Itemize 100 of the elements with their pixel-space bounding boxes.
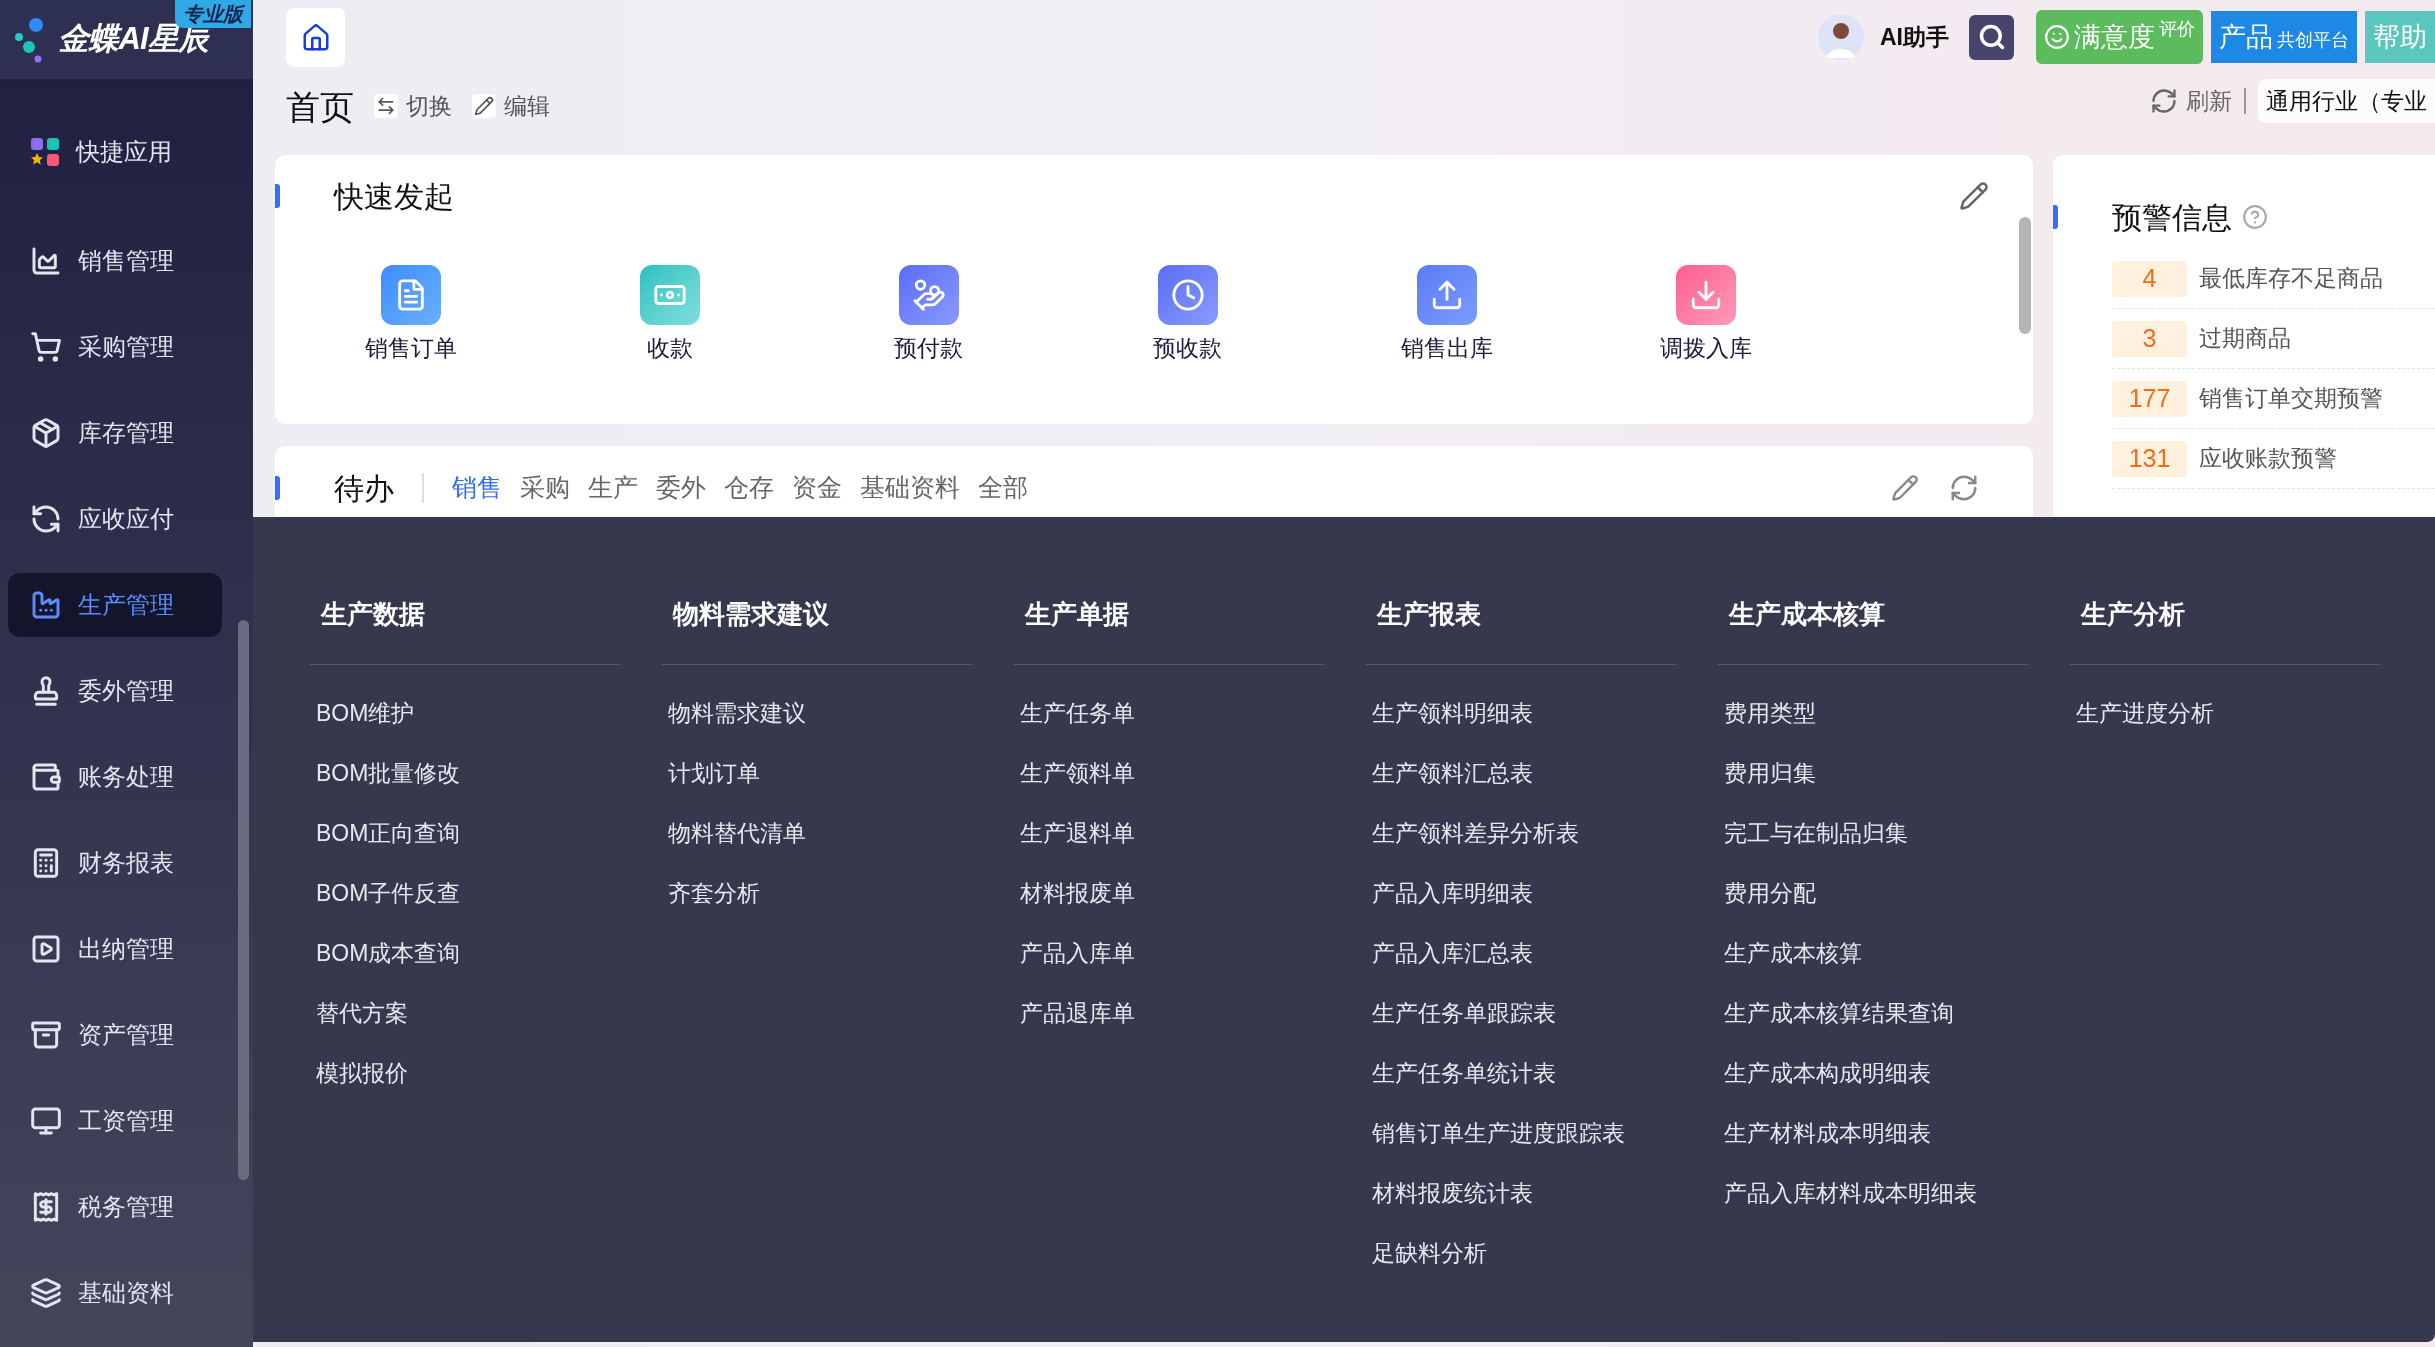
todo-tab[interactable]: 仓存 xyxy=(724,469,774,507)
sidebar-item[interactable]: 工资管理 xyxy=(8,1089,222,1153)
menu-item[interactable]: 生产进度分析 xyxy=(2070,683,2422,743)
todo-tab[interactable]: 生产 xyxy=(588,469,638,507)
todo-tab[interactable]: 采购 xyxy=(520,469,570,507)
menu-item[interactable]: BOM子件反查 xyxy=(310,863,662,923)
menu-item[interactable]: 生产任务单跟踪表 xyxy=(1366,983,1718,1043)
alert-label[interactable]: 销售订单交期预警 xyxy=(2199,381,2383,416)
menu-item[interactable]: 足缺料分析 xyxy=(1366,1223,1718,1283)
search-button[interactable] xyxy=(1969,14,2014,60)
menu-item[interactable]: BOM维护 xyxy=(310,683,662,743)
page-action[interactable]: 切换 xyxy=(374,89,452,124)
alert-label[interactable]: 最低库存不足商品 xyxy=(2199,261,2383,296)
menu-item[interactable]: 材料报废统计表 xyxy=(1366,1163,1718,1223)
sidebar-item[interactable]: 账务处理 xyxy=(8,745,222,809)
menu-item[interactable]: 生产领料差异分析表 xyxy=(1366,803,1718,863)
menu-item[interactable]: 齐套分析 xyxy=(662,863,1014,923)
sidebar-item[interactable]: 快捷应用 xyxy=(8,120,222,184)
todo-tab[interactable]: 资金 xyxy=(792,469,842,507)
menu-item[interactable]: 物料替代清单 xyxy=(662,803,1014,863)
menu-item[interactable]: 产品入库明细表 xyxy=(1366,863,1718,923)
refresh-icon[interactable] xyxy=(1949,473,1979,503)
refresh-button[interactable]: 刷新 xyxy=(2150,83,2232,119)
menu-item[interactable]: 生产成本构成明细表 xyxy=(1718,1043,2070,1103)
quick-start-label[interactable]: 预付款 xyxy=(894,331,963,366)
menu-item[interactable]: 费用分配 xyxy=(1718,863,2070,923)
menu-item[interactable]: 物料需求建议 xyxy=(662,683,1014,743)
quick-start-icon[interactable] xyxy=(639,265,700,325)
todo-tab[interactable]: 销售 xyxy=(452,469,502,507)
search-icon xyxy=(1977,23,2006,51)
sidebar-item[interactable]: 应收应付 xyxy=(8,487,222,551)
quick-start-label[interactable]: 销售出库 xyxy=(1400,331,1493,366)
menu-item[interactable]: BOM成本查询 xyxy=(310,923,662,983)
sidebar-item[interactable]: 采购管理 xyxy=(8,315,222,379)
quick-start-icon[interactable] xyxy=(1157,265,1218,325)
menu-item[interactable]: 生产退料单 xyxy=(1014,803,1366,863)
menu-item[interactable]: 产品入库单 xyxy=(1014,923,1366,983)
assistant-label[interactable]: AI助手 xyxy=(1880,19,1949,55)
header-button[interactable]: 产品 共创平台 xyxy=(2211,11,2357,63)
menu-item[interactable]: 生产领料明细表 xyxy=(1366,683,1718,743)
menu-item[interactable]: 费用归集 xyxy=(1718,743,2070,803)
quick-start-label[interactable]: 调拨入库 xyxy=(1659,331,1752,366)
menu-item[interactable]: BOM批量修改 xyxy=(310,743,662,803)
todo-tab[interactable]: 全部 xyxy=(978,469,1028,507)
alert-count: 4 xyxy=(2112,260,2187,297)
sidebar-item[interactable]: 税务管理 xyxy=(8,1175,222,1239)
smile-icon xyxy=(2044,24,2070,50)
sidebar-item[interactable]: 资产管理 xyxy=(8,1003,222,1067)
menu-item[interactable]: 产品入库汇总表 xyxy=(1366,923,1718,983)
menu-item[interactable]: 费用类型 xyxy=(1718,683,2070,743)
quick-start-label[interactable]: 销售订单 xyxy=(364,331,457,366)
refresh-icon xyxy=(2150,87,2178,115)
sidebar-item[interactable]: 基础资料 xyxy=(8,1261,222,1325)
sidebar-item[interactable]: 生产管理 xyxy=(8,573,222,637)
sidebar-item[interactable]: 委外管理 xyxy=(8,659,222,723)
menu-item[interactable]: 完工与在制品归集 xyxy=(1718,803,2070,863)
menu-item[interactable]: BOM正向查询 xyxy=(310,803,662,863)
sidebar-item[interactable]: 库存管理 xyxy=(8,401,222,465)
scrollbar[interactable] xyxy=(2019,217,2031,334)
menu-item[interactable]: 生产任务单 xyxy=(1014,683,1366,743)
quick-start-label[interactable]: 预收款 xyxy=(1153,331,1222,366)
menu-item[interactable]: 销售订单生产进度跟踪表 xyxy=(1366,1103,1718,1163)
alert-label[interactable]: 过期商品 xyxy=(2199,321,2291,356)
quick-start-icon[interactable] xyxy=(898,265,959,325)
avatar[interactable] xyxy=(1818,14,1864,60)
apps-icon xyxy=(30,137,60,167)
menu-item[interactable]: 生产成本核算结果查询 xyxy=(1718,983,2070,1043)
menu-item[interactable]: 替代方案 xyxy=(310,983,662,1043)
sidebar-item[interactable]: 出纳管理 xyxy=(8,917,222,981)
menu-item[interactable]: 产品退库单 xyxy=(1014,983,1366,1043)
sidebar-item[interactable]: 财务报表 xyxy=(8,831,222,895)
sidebar-item[interactable]: 销售管理 xyxy=(8,229,222,293)
menu-item[interactable]: 计划订单 xyxy=(662,743,1014,803)
menu-item[interactable]: 生产领料单 xyxy=(1014,743,1366,803)
menu-item[interactable]: 材料报废单 xyxy=(1014,863,1366,923)
todo-tab[interactable]: 委外 xyxy=(656,469,706,507)
menu-item[interactable]: 产品入库材料成本明细表 xyxy=(1718,1163,2070,1223)
alert-count: 177 xyxy=(2112,380,2187,417)
menu-item[interactable]: 模拟报价 xyxy=(310,1043,662,1103)
edit-icon[interactable] xyxy=(1959,181,1989,211)
menu-heading: 生产分析 xyxy=(2081,599,2185,629)
home-button[interactable] xyxy=(286,8,345,67)
quick-start-icon[interactable] xyxy=(1416,265,1477,325)
page-action[interactable]: 编辑 xyxy=(472,89,550,124)
menu-item[interactable]: 生产成本核算 xyxy=(1718,923,2070,983)
quick-start-icon[interactable] xyxy=(1675,265,1736,325)
menu-item[interactable]: 生产任务单统计表 xyxy=(1366,1043,1718,1103)
help-icon[interactable] xyxy=(2242,204,2268,230)
menu-item[interactable]: 生产领料汇总表 xyxy=(1366,743,1718,803)
quick-start-icon[interactable] xyxy=(380,265,441,325)
menu-item[interactable]: 生产材料成本明细表 xyxy=(1718,1103,2070,1163)
industry-selector[interactable]: 通用行业（专业 xyxy=(2258,79,2435,123)
quick-start-label[interactable]: 收款 xyxy=(646,331,693,366)
scrollbar[interactable] xyxy=(238,620,249,1180)
edit-icon[interactable] xyxy=(1891,474,1919,502)
alert-label[interactable]: 应收账款预警 xyxy=(2199,441,2337,476)
menu-heading: 生产报表 xyxy=(1377,599,1481,629)
monitor-icon xyxy=(30,1105,62,1137)
clock-icon xyxy=(1170,278,1205,312)
todo-tab[interactable]: 基础资料 xyxy=(860,469,960,507)
